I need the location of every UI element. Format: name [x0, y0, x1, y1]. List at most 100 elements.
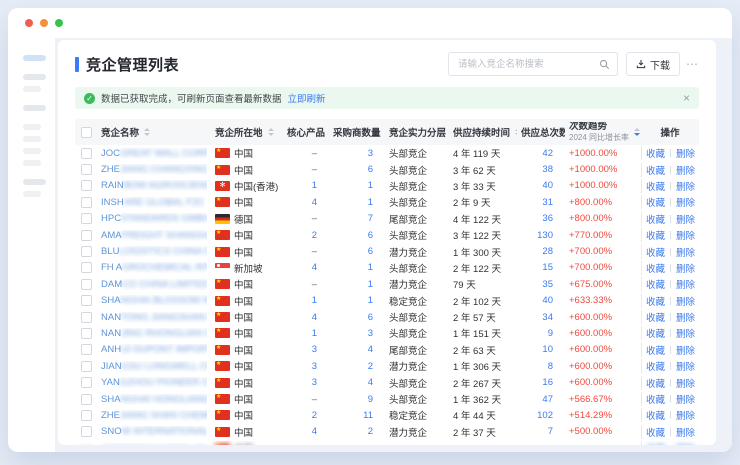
favorite-link[interactable]: 收藏 — [646, 425, 665, 439]
company-name-link[interactable]: DAMCO CHINA LIMITED SHANGHA… — [101, 279, 207, 290]
favorite-link[interactable]: 收藏 — [646, 326, 665, 340]
company-name-link[interactable]: ZHEJIANG CHANGXING ZHENGSH… — [101, 164, 207, 175]
download-button[interactable]: 下载 — [626, 52, 680, 76]
favorite-link[interactable]: 收藏 — [646, 310, 665, 324]
delete-link[interactable]: 删除 — [676, 310, 695, 324]
delete-link[interactable]: 删除 — [676, 261, 695, 275]
row-checkbox[interactable] — [81, 148, 92, 159]
favorite-link[interactable]: 收藏 — [646, 376, 665, 390]
delete-link[interactable]: 删除 — [676, 425, 695, 439]
favorite-link[interactable]: 收藏 — [646, 294, 665, 308]
favorite-link[interactable]: 收藏 — [646, 343, 665, 357]
row-checkbox[interactable] — [81, 394, 92, 405]
more-options-button[interactable]: ⋯ — [686, 58, 699, 70]
total-supply-value[interactable]: 16 — [542, 377, 553, 388]
row-checkbox[interactable] — [81, 180, 92, 191]
row-checkbox[interactable] — [81, 246, 92, 257]
company-name-link[interactable]: SNOW INTERNATIONAL TRADING … — [101, 426, 207, 437]
refresh-now-link[interactable]: 立即刷新 — [288, 91, 326, 105]
sort-icon[interactable] — [268, 128, 274, 136]
sidebar-item-skeleton[interactable] — [23, 160, 41, 166]
sidebar-item-skeleton[interactable] — [23, 124, 41, 130]
delete-link[interactable]: 删除 — [676, 408, 695, 422]
row-checkbox[interactable] — [81, 295, 92, 306]
favorite-link[interactable]: 收藏 — [646, 408, 665, 422]
total-supply-value[interactable]: 102 — [537, 410, 553, 421]
sidebar-item-skeleton[interactable] — [23, 74, 46, 80]
total-supply-value[interactable]: 10 — [542, 344, 553, 355]
window-maximize-button[interactable] — [55, 19, 63, 27]
buyer-count-value[interactable]: 9 — [368, 394, 373, 405]
favorite-link[interactable]: 收藏 — [646, 195, 665, 209]
company-name-link[interactable]: ANHUI DUPONT IMPORT AND EXP… — [101, 344, 207, 355]
total-supply-value[interactable]: 31 — [542, 197, 553, 208]
buyer-count-value[interactable]: 11 — [363, 410, 373, 421]
sidebar-item-skeleton[interactable] — [23, 86, 41, 92]
company-name-link[interactable]: SHANGHAI GLOBAL CHEMICAL CO — [101, 443, 207, 445]
company-name-link[interactable]: SHANGHAI HONGLIANG LOGITSTI… — [101, 394, 207, 405]
row-checkbox[interactable] — [81, 164, 92, 175]
company-name-link[interactable]: YANGZHOU PIONEER CHEMICAL … — [101, 377, 207, 388]
window-close-button[interactable] — [25, 19, 33, 27]
row-checkbox[interactable] — [81, 230, 92, 241]
search-input[interactable] — [456, 58, 599, 71]
sort-icon[interactable] — [634, 128, 640, 136]
total-supply-value[interactable]: 7 — [548, 426, 553, 437]
company-name-link[interactable]: FH AGROCHEMICAL INTERNATION… — [101, 262, 207, 273]
buyer-count-value[interactable]: 6 — [368, 246, 373, 257]
total-supply-value[interactable]: 38 — [542, 164, 553, 175]
row-checkbox[interactable] — [81, 279, 92, 290]
buyer-count-value[interactable]: 1 — [368, 197, 373, 208]
total-supply-value[interactable]: 47 — [542, 394, 553, 405]
favorite-link[interactable]: 收藏 — [646, 392, 665, 406]
banner-close-icon[interactable]: × — [683, 92, 690, 104]
total-supply-value[interactable]: 40 — [542, 295, 553, 306]
favorite-link[interactable]: 收藏 — [646, 212, 665, 226]
sidebar-item-skeleton[interactable] — [23, 179, 46, 185]
favorite-link[interactable]: 收藏 — [646, 146, 665, 160]
total-supply-value[interactable]: 36 — [542, 213, 553, 224]
delete-link[interactable]: 删除 — [676, 146, 695, 160]
company-name-link[interactable]: HPCSTANDARDS GMBH — [101, 213, 207, 224]
row-checkbox[interactable] — [81, 328, 92, 339]
delete-link[interactable]: 删除 — [676, 212, 695, 226]
company-name-link[interactable]: NANJING RHONGLIAN CO LTD — [101, 328, 207, 339]
row-checkbox[interactable] — [81, 377, 92, 388]
total-supply-value[interactable]: 35 — [542, 279, 553, 290]
buyer-count-value[interactable]: 6 — [368, 312, 373, 323]
company-name-link[interactable]: AMAFREIGHT SHANGHAI CO LTD — [101, 230, 207, 241]
favorite-link[interactable]: 收藏 — [646, 359, 665, 373]
buyer-count-value[interactable]: 4 — [368, 377, 373, 388]
row-checkbox[interactable] — [81, 312, 92, 323]
buyer-count-value[interactable]: 2 — [368, 426, 373, 437]
delete-link[interactable]: 删除 — [676, 326, 695, 340]
favorite-link[interactable]: 收藏 — [646, 179, 665, 193]
delete-link[interactable]: 删除 — [676, 163, 695, 177]
company-name-link[interactable]: NANTONG JIANGSHAN AGROCHE… — [101, 312, 207, 323]
delete-link[interactable]: 删除 — [676, 195, 695, 209]
company-name-link[interactable]: INSHARE GLOBAL FZC — [101, 197, 205, 208]
delete-link[interactable]: 删除 — [676, 376, 695, 390]
buyer-count-value[interactable]: 7 — [368, 213, 373, 224]
delete-link[interactable]: 删除 — [676, 179, 695, 193]
sidebar-item-skeleton[interactable] — [23, 148, 41, 154]
sidebar-item-active-skeleton[interactable] — [23, 55, 46, 61]
sidebar-item-skeleton[interactable] — [23, 136, 41, 142]
company-name-link[interactable]: JOCGREAT WALL CORP — [101, 148, 207, 159]
total-supply-value[interactable]: 28 — [542, 246, 553, 257]
row-checkbox[interactable] — [81, 443, 92, 445]
total-supply-value[interactable]: 8 — [548, 361, 553, 372]
favorite-link[interactable]: 收藏 — [646, 228, 665, 242]
total-supply-value[interactable]: 15 — [542, 262, 553, 273]
row-checkbox[interactable] — [81, 344, 92, 355]
row-checkbox[interactable] — [81, 197, 92, 208]
buyer-count-value[interactable]: 1 — [368, 180, 373, 191]
company-name-link[interactable]: JIANGSU LONGWELL CHEMICAL … — [101, 361, 207, 372]
row-checkbox[interactable] — [81, 262, 92, 273]
favorite-link[interactable]: 收藏 — [646, 441, 665, 445]
buyer-count-value[interactable]: 6 — [368, 230, 373, 241]
delete-link[interactable]: 删除 — [676, 441, 695, 445]
total-supply-value[interactable]: 34 — [542, 312, 553, 323]
buyer-count-value[interactable]: 1 — [368, 279, 373, 290]
delete-link[interactable]: 删除 — [676, 359, 695, 373]
